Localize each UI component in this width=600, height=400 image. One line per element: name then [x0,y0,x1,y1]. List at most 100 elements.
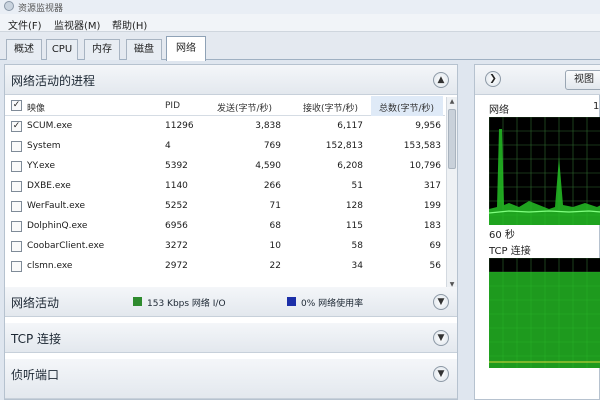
left-pane: 网络活动的进程 ▲ ✓ 映像 PID 发送(字节/秒) 接收(字节/秒) 总数(… [4,64,458,400]
table-row[interactable]: System 4 769 152,813 153,583 [5,137,445,157]
menu-monitor[interactable]: 监视器(M) [54,17,100,32]
title-bar: 资源监视器 [0,0,600,14]
cell-pid: 11296 [165,121,194,131]
legend-io: 153 Kbps 网络 I/O [147,299,226,309]
legend-usage: 0% 网络使用率 [301,299,364,309]
chevron-up-icon[interactable]: ▲ [433,72,449,88]
cell-total: 199 [423,201,441,211]
cell-name: DXBE.exe [27,181,71,191]
row-checkbox[interactable] [11,141,22,152]
cell-recv: 6,208 [337,161,363,171]
cell-send: 10 [269,241,281,251]
process-table: ✓ 映像 PID 发送(字节/秒) 接收(字节/秒) 总数(字节/秒) ✓ SCU… [5,96,457,291]
row-checkbox[interactable] [11,241,22,252]
graph-network-value: 1 [593,101,600,112]
row-checkbox[interactable] [11,221,22,232]
cell-pid: 4 [165,141,171,151]
window-title: 资源监视器 [18,4,64,14]
section-network-processes[interactable]: 网络活动的进程 ▲ [5,65,457,95]
chevron-down-icon[interactable]: ▼ [433,330,449,346]
cell-total: 317 [423,181,441,191]
column-receive[interactable]: 接收(字节/秒) [303,101,358,114]
cell-name: DolphinQ.exe [27,221,88,231]
tab-network[interactable]: 网络 [166,36,206,61]
row-checkbox[interactable] [11,161,22,172]
cell-recv: 152,813 [325,141,363,151]
cell-total: 183 [423,221,441,231]
row-checkbox[interactable] [11,181,22,192]
tab-strip: 概述 CPU 内存 磁盘 网络 [0,32,600,61]
section-tcp[interactable]: TCP 连接 ▼ [5,323,457,353]
legend-swatch-io [133,297,142,306]
table-row[interactable]: ✓ SCUM.exe 11296 3,838 6,117 9,956 [5,117,445,137]
section-title: 侦听端口 [11,368,60,382]
column-pid[interactable]: PID [165,101,180,111]
chevron-down-icon[interactable]: ▼ [433,366,449,382]
cell-pid: 5392 [165,161,188,171]
section-title: 网络活动 [11,296,60,310]
cell-send: 4,590 [255,161,281,171]
cell-name: System [27,141,61,151]
row-checkbox[interactable]: ✓ [11,121,22,132]
cell-recv: 51 [351,181,363,191]
view-button[interactable]: 视图 [565,70,600,90]
cell-send: 71 [269,201,281,211]
section-listening-ports[interactable]: 侦听端口 ▼ [5,359,457,399]
column-total[interactable]: 总数(字节/秒) [371,96,443,116]
cell-name: SCUM.exe [27,121,73,131]
tab-overview[interactable]: 概述 [6,39,42,60]
scroll-up-icon[interactable]: ▲ [448,98,456,106]
cell-recv: 128 [345,201,363,211]
cell-total: 69 [429,241,441,251]
table-row[interactable]: DXBE.exe 1140 266 51 317 [5,177,445,197]
cell-pid: 2972 [165,261,188,271]
cell-recv: 115 [345,221,363,231]
menu-bar: 文件(F) 监视器(M) 帮助(H) [0,14,600,32]
cell-pid: 3272 [165,241,188,251]
cell-name: WerFault.exe [27,201,86,211]
cell-name: YY.exe [27,161,55,171]
cell-pid: 5252 [165,201,188,211]
cell-send: 22 [269,261,281,271]
cell-recv: 58 [351,241,363,251]
select-all-checkbox[interactable]: ✓ [11,100,22,111]
row-checkbox[interactable] [11,261,22,272]
section-network-activity[interactable]: 网络活动 153 Kbps 网络 I/O 0% 网络使用率 ▼ [5,287,457,317]
cell-total: 10,796 [409,161,442,171]
table-row[interactable]: DolphinQ.exe 6956 68 115 183 [5,217,445,237]
cell-send: 3,838 [255,121,281,131]
table-row[interactable]: YY.exe 5392 4,590 6,208 10,796 [5,157,445,177]
cell-name: clsmn.exe [27,261,73,271]
cell-recv: 34 [351,261,363,271]
graph-time-label: 60 秒 [489,230,515,241]
cell-recv: 6,117 [337,121,363,131]
table-header: ✓ 映像 PID 发送(字节/秒) 接收(字节/秒) 总数(字节/秒) [5,96,445,116]
cell-name: CoobarClient.exe [27,241,105,251]
chevron-down-icon[interactable]: ▼ [433,294,449,310]
menu-file[interactable]: 文件(F) [8,17,42,32]
graph-toolbar: ❯ 视图 [475,65,600,95]
menu-help[interactable]: 帮助(H) [112,17,147,32]
expand-icon[interactable]: ❯ [485,71,501,87]
tab-disk[interactable]: 磁盘 [126,39,162,60]
cell-total: 56 [429,261,441,271]
tab-memory[interactable]: 内存 [84,39,120,60]
table-row[interactable]: CoobarClient.exe 3272 10 58 69 [5,237,445,257]
graph-network-label: 网络 [489,105,509,116]
section-title: 网络活动的进程 [11,74,96,88]
scrollbar-thumb[interactable] [448,109,456,169]
row-checkbox[interactable] [11,201,22,212]
scrollbar[interactable]: ▲ ▼ [446,97,457,291]
network-traffic-area [489,129,600,225]
table-row[interactable]: clsmn.exe 2972 22 34 56 [5,257,445,277]
legend-swatch-usage [287,297,296,306]
table-row[interactable]: WerFault.exe 5252 71 128 199 [5,197,445,217]
cell-total: 9,956 [415,121,441,131]
tcp-graph [489,258,600,368]
column-send[interactable]: 发送(字节/秒) [217,101,272,114]
right-pane: ❯ 视图 网络 1 60 秒 TCP 连接 [474,64,600,400]
column-image[interactable]: 映像 [27,101,45,114]
network-graph [489,117,600,225]
tab-cpu[interactable]: CPU [46,39,78,60]
cell-send: 68 [269,221,281,231]
